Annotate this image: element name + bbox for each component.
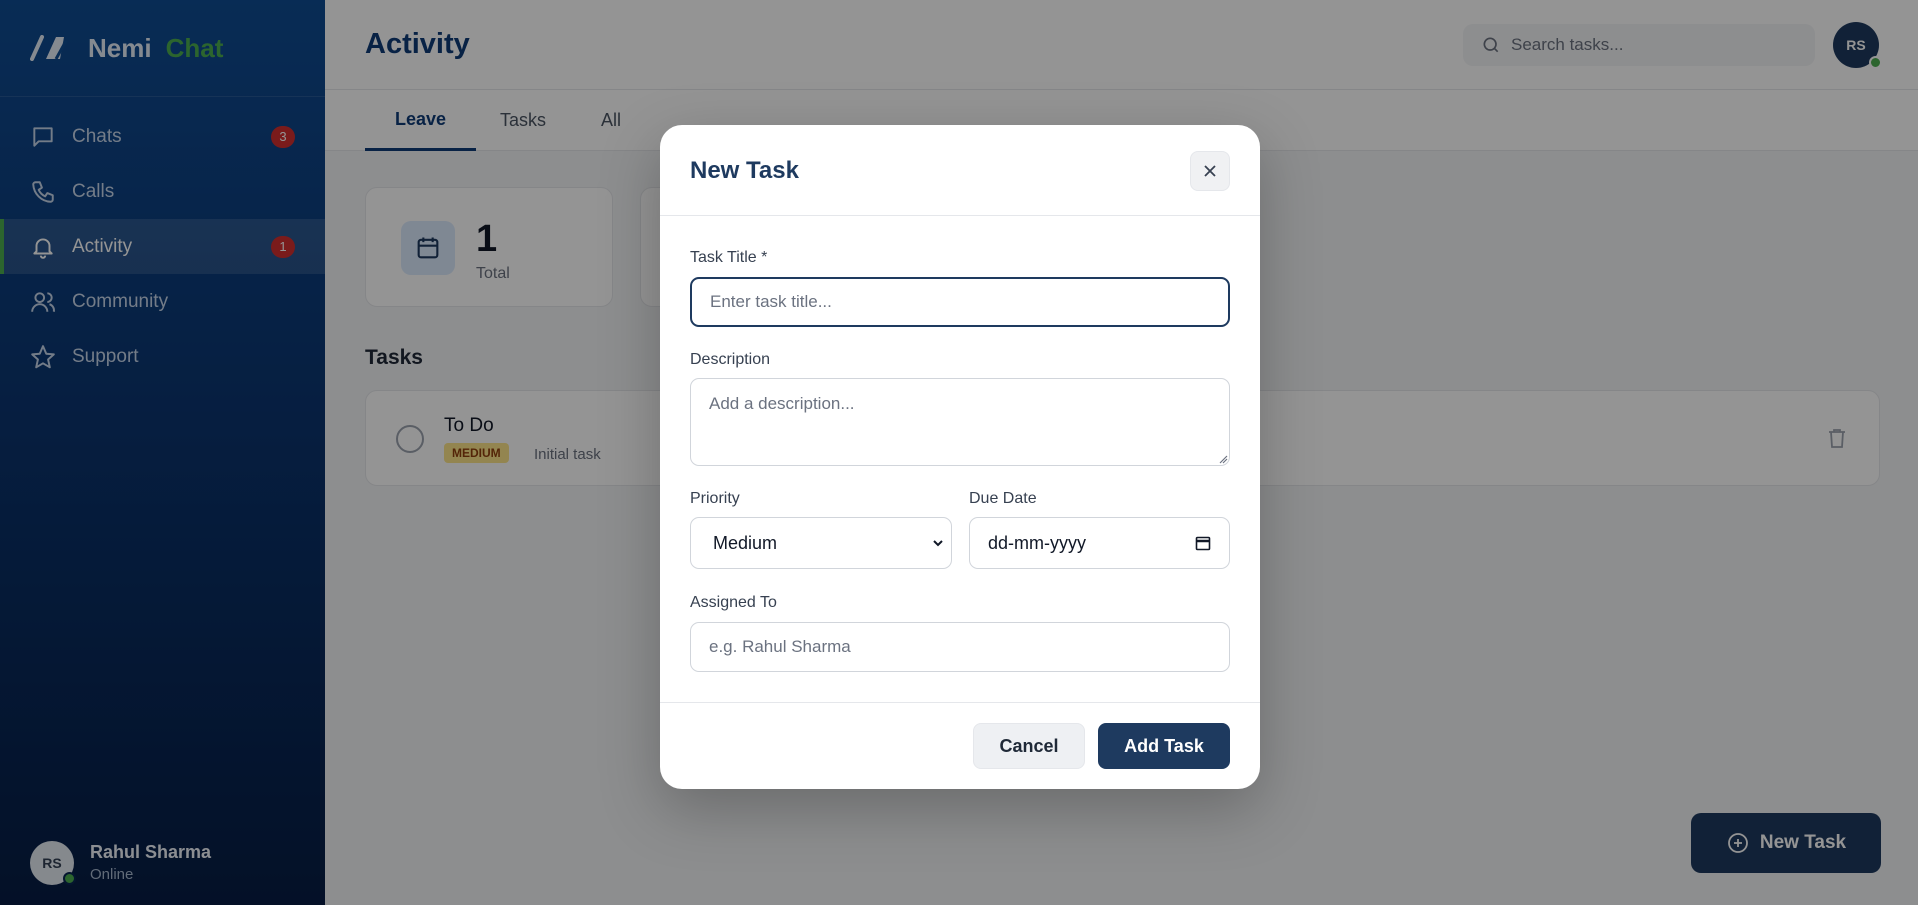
task-title-input[interactable] bbox=[690, 277, 1230, 327]
assigned-to-label: Assigned To bbox=[690, 594, 777, 611]
calendar-icon[interactable] bbox=[1195, 535, 1211, 551]
task-title-label: Task Title * bbox=[690, 249, 768, 266]
add-task-button[interactable]: Add Task bbox=[1098, 723, 1230, 769]
modal-footer: Cancel Add Task bbox=[660, 702, 1260, 789]
description-textarea[interactable] bbox=[690, 378, 1230, 466]
close-button[interactable] bbox=[1190, 151, 1230, 191]
priority-select[interactable]: Medium bbox=[690, 517, 952, 569]
priority-select-value: Medium bbox=[713, 532, 778, 553]
description-label: Description bbox=[690, 351, 771, 368]
close-icon bbox=[1204, 165, 1216, 177]
cancel-button[interactable]: Cancel bbox=[973, 723, 1085, 769]
chevron-down-icon bbox=[933, 540, 943, 547]
resize-handle-icon[interactable] bbox=[1218, 454, 1228, 464]
new-task-dialog: New Task Task Title * Description Priori… bbox=[660, 125, 1260, 789]
assigned-to-input[interactable] bbox=[690, 622, 1230, 672]
modal-header: New Task bbox=[660, 125, 1260, 216]
modal-title: New Task bbox=[690, 157, 799, 184]
due-date-input[interactable]: dd-mm-yyyy bbox=[969, 517, 1230, 569]
due-date-label: Due Date bbox=[969, 490, 1037, 507]
due-date-placeholder: dd-mm-yyyy bbox=[988, 532, 1086, 553]
priority-label: Priority bbox=[690, 490, 740, 507]
